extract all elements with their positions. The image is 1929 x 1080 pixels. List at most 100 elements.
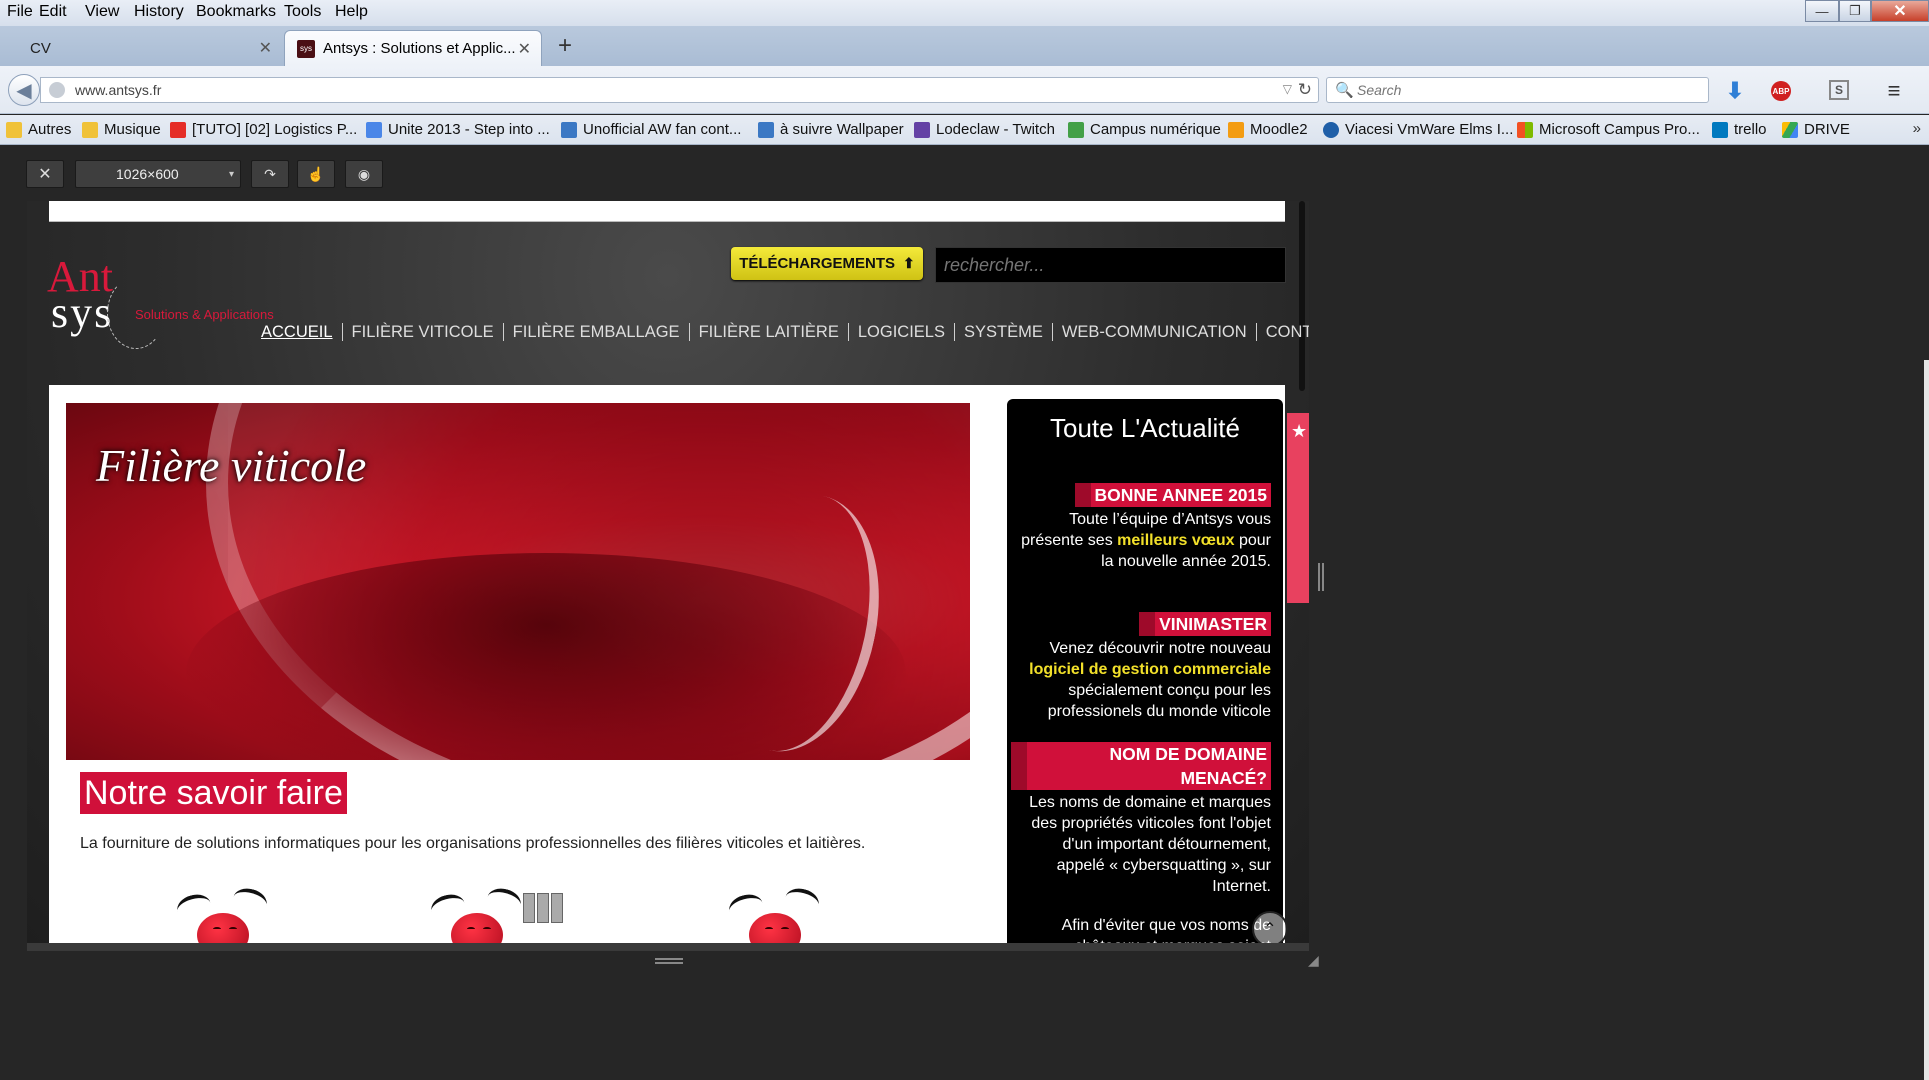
new-tab-button[interactable]: + <box>558 32 572 60</box>
sync-icon[interactable]: S <box>1829 80 1849 100</box>
bookmark-tuto[interactable]: [TUTO] [02] Logistics P... <box>170 121 357 138</box>
news-item[interactable]: NOM DE DOMAINE MENACÉ? Les noms de domai… <box>1011 742 1271 897</box>
close-window-button[interactable]: ✕ <box>1871 0 1929 22</box>
nav-logiciels[interactable]: LOGICIELS <box>849 323 955 341</box>
url-text[interactable]: www.antsys.fr <box>75 82 161 98</box>
bookmark-label: Moodle2 <box>1250 121 1308 138</box>
menu-tools[interactable]: Tools <box>284 3 321 21</box>
news-title[interactable]: NOM DE DOMAINE MENACÉ? <box>1011 742 1271 790</box>
site-search-input[interactable] <box>936 248 1285 282</box>
nav-web-communication[interactable]: WEB-COMMUNICATION <box>1053 323 1257 341</box>
menu-history[interactable]: History <box>134 3 184 21</box>
site-identity-icon[interactable] <box>49 82 65 98</box>
bookmark-moodle[interactable]: Moodle2 <box>1228 121 1308 138</box>
news-title[interactable]: BONNE ANNEE 2015 <box>1074 483 1271 507</box>
news-body: Venez découvrir notre nouveau logiciel d… <box>1011 638 1271 722</box>
hamburger-menu-icon[interactable]: ≡ <box>1883 78 1905 103</box>
star-icon: ★ <box>1291 421 1308 441</box>
news-link[interactable]: meilleurs vœux <box>1117 532 1234 549</box>
folder-icon <box>82 121 98 138</box>
tab-close-icon[interactable]: ✕ <box>518 39 531 59</box>
menu-bookmarks[interactable]: Bookmarks <box>196 3 276 21</box>
ant-eye <box>467 927 475 931</box>
back-button[interactable]: ◀ <box>8 74 40 106</box>
section-description: La fourniture de solutions informatiques… <box>80 835 866 852</box>
news-link[interactable]: logiciel de gestion commerciale <box>1029 661 1271 678</box>
bookmark-unite[interactable]: Unite 2013 - Step into ... <box>366 121 550 138</box>
bookmark-microsoft[interactable]: Microsoft Campus Pro... <box>1517 121 1700 138</box>
viewport-size-select[interactable]: ▾ <box>75 160 241 188</box>
bookmark-trello[interactable]: trello <box>1712 121 1767 138</box>
menu-file[interactable]: File <box>7 3 33 21</box>
bookmark-campus[interactable]: Campus numérique <box>1068 121 1221 138</box>
maximize-button[interactable]: ❐ <box>1839 0 1871 22</box>
news-item[interactable]: VINIMASTER Venez découvrir notre nouveau… <box>1011 612 1271 722</box>
nav-systeme[interactable]: SYSTÈME <box>955 323 1053 341</box>
menu-edit[interactable]: Edit <box>39 3 67 21</box>
viewport-resize-handle-bottom[interactable] <box>655 958 683 964</box>
bookmarks-overflow-icon[interactable]: » <box>1913 120 1921 137</box>
downloads-button[interactable]: TÉLÉCHARGEMENTS ⬆ <box>731 247 923 280</box>
scroll-to-top-button[interactable]: ⌃ <box>1252 911 1288 947</box>
tab-close-icon[interactable]: ✕ <box>259 38 272 58</box>
bookmark-label: [TUTO] [02] Logistics P... <box>192 121 358 138</box>
screenshot-button[interactable]: ◉ <box>345 160 383 188</box>
nav-accueil[interactable]: ACCUEIL <box>252 323 343 341</box>
bookmark-autres[interactable]: Autres <box>6 121 71 138</box>
rotate-button[interactable]: ↷ <box>251 160 289 188</box>
news-heading: Toute L'Actualité <box>1050 413 1240 443</box>
ant-mascot-image[interactable] <box>157 883 287 951</box>
downloads-icon[interactable]: ⬇ <box>1724 78 1746 103</box>
nav-filiere-viticole[interactable]: FILIÈRE VITICOLE <box>343 323 504 341</box>
bookmark-label: Unofficial AW fan cont... <box>583 121 742 138</box>
antsys-logo[interactable]: Ant sys Solutions & Applications <box>47 251 307 361</box>
bookmark-wallpaper[interactable]: à suivre Wallpaper <box>758 121 904 138</box>
news-item[interactable]: BONNE ANNEE 2015 Toute l’équipe d’Antsys… <box>1011 483 1271 572</box>
news-body: Toute l’équipe d’Antsys vous présente se… <box>1011 509 1271 572</box>
bookmark-label: DRIVE <box>1804 121 1850 138</box>
menu-view[interactable]: View <box>85 3 119 21</box>
history-dropdown-icon[interactable]: ▽ <box>1283 82 1292 96</box>
nav-filiere-emballage[interactable]: FILIÈRE EMBALLAGE <box>504 323 690 341</box>
nav-contact[interactable]: CONTACT <box>1257 323 1309 341</box>
viewport-resize-handle-right[interactable] <box>1318 563 1324 591</box>
viewport-resize-corner-icon[interactable]: ◢ <box>1308 952 1319 969</box>
side-feedback-tab[interactable]: ★ <box>1287 413 1309 603</box>
bookmark-twitch[interactable]: Lodeclaw - Twitch <box>914 121 1055 138</box>
drive-icon <box>1782 121 1798 138</box>
reload-icon[interactable]: ↻ <box>1298 80 1312 100</box>
adblock-plus-button[interactable]: ABP <box>1766 80 1796 102</box>
bookmark-drive[interactable]: DRIVE <box>1782 121 1850 138</box>
touch-simulation-button[interactable]: ☝ <box>297 160 335 188</box>
bookmark-label: à suivre Wallpaper <box>780 121 904 138</box>
url-bar[interactable]: www.antsys.fr ▽ ↻ <box>40 77 1319 103</box>
site-search-box[interactable] <box>935 247 1286 283</box>
bookmark-aw-fan[interactable]: Unofficial AW fan cont... <box>561 121 741 138</box>
tab-antsys[interactable]: sys Antsys : Solutions et Applic... ✕ <box>284 30 542 66</box>
viewport-scrollbar[interactable] <box>1299 201 1305 391</box>
ant-mascot-network-image[interactable] <box>411 883 541 951</box>
nav-filiere-laitiere[interactable]: FILIÈRE LAITIÈRE <box>690 323 849 341</box>
menu-help[interactable]: Help <box>335 3 368 21</box>
touch-icon: ☝ <box>307 165 325 182</box>
bookmark-label: Autres <box>28 121 72 138</box>
news-title[interactable]: VINIMASTER <box>1139 612 1271 636</box>
ant-eye <box>765 927 773 931</box>
close-responsive-mode-button[interactable]: ✕ <box>26 160 64 188</box>
chevron-up-icon: ⌃ <box>1263 921 1277 938</box>
viewport-size-input[interactable] <box>76 166 196 182</box>
bookmark-vmware[interactable]: Viacesi VmWare Elms I... <box>1323 121 1513 138</box>
downloads-label: TÉLÉCHARGEMENTS <box>739 255 896 272</box>
bookmark-musique[interactable]: Musique <box>82 121 161 138</box>
browser-search-input[interactable] <box>1357 80 1687 100</box>
back-arrow-icon: ◀ <box>16 79 32 102</box>
tab-label: CV <box>30 39 51 57</box>
horizontal-scrollbar[interactable] <box>27 943 1309 951</box>
hero-banner[interactable]: Filière viticole <box>66 403 970 760</box>
rotate-icon: ↷ <box>264 165 276 182</box>
tab-cv[interactable]: CV ✕ <box>12 30 282 66</box>
browser-search-bar[interactable]: 🔍 <box>1326 77 1709 103</box>
w-icon <box>758 121 774 138</box>
minimize-button[interactable]: — <box>1805 0 1839 22</box>
ant-mascot-image[interactable] <box>709 883 839 951</box>
